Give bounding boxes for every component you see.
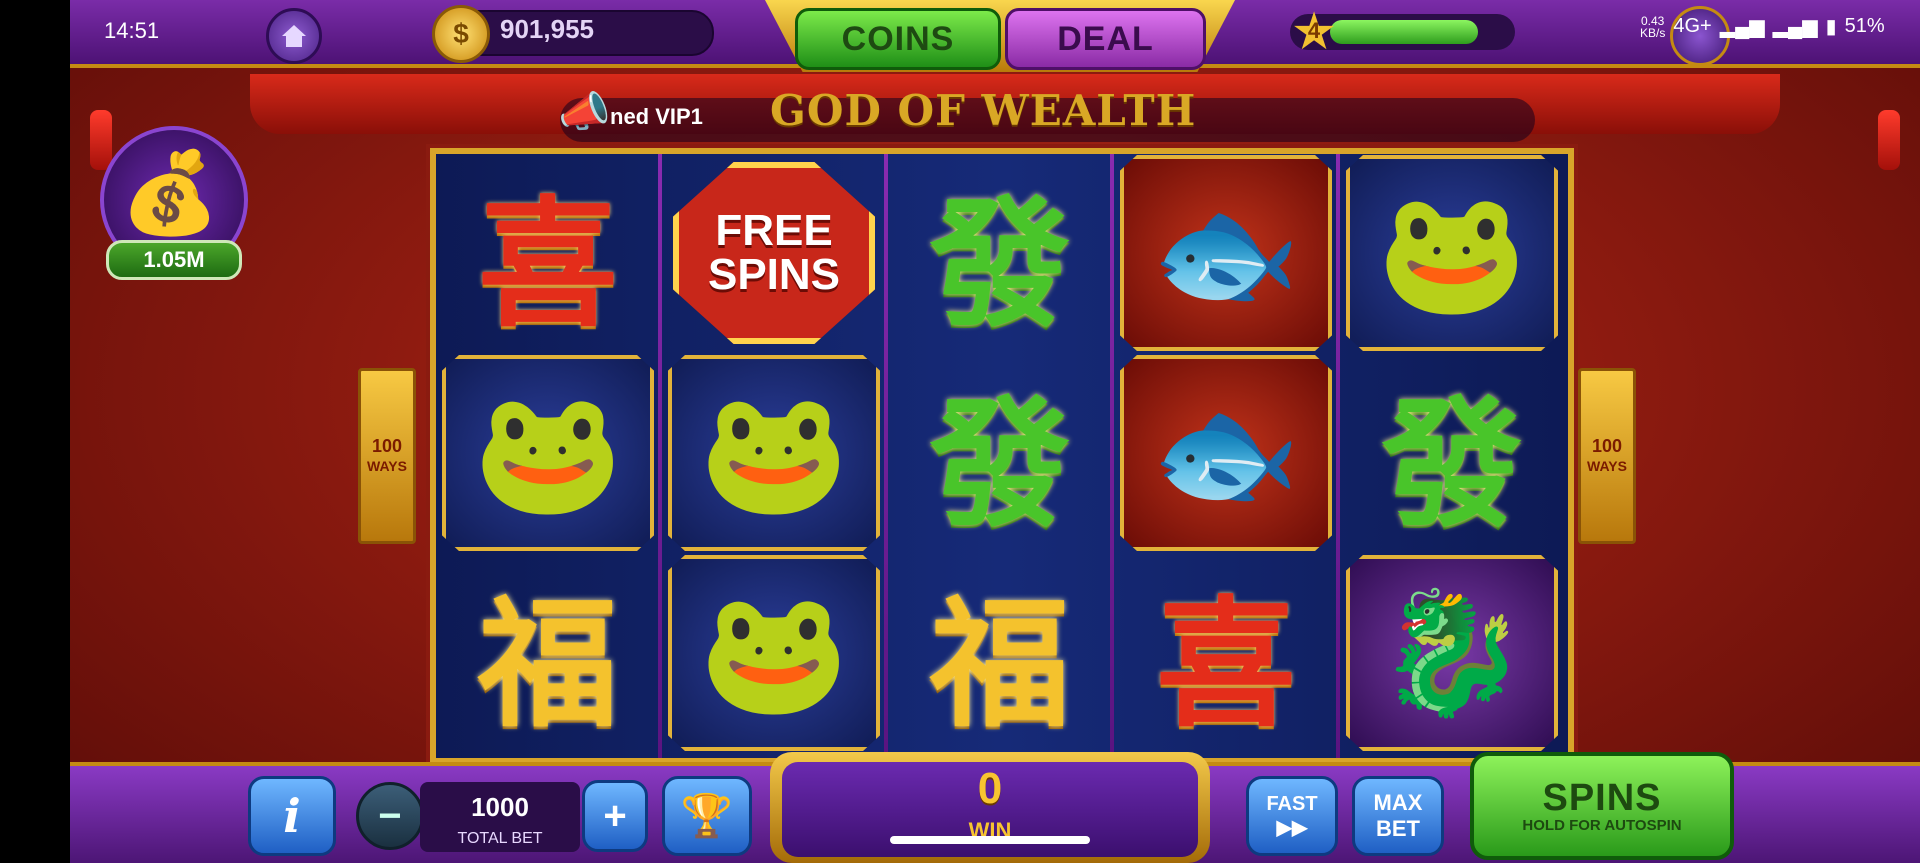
home-button[interactable] bbox=[266, 8, 322, 64]
announcement-text: ned VIP1 bbox=[610, 104, 703, 129]
signal-icon-2: ▂▄▆ bbox=[1772, 16, 1818, 38]
frog-icon: 🐸 bbox=[699, 386, 849, 520]
fish-symbol: 🐟 bbox=[1120, 355, 1332, 551]
reel-divider bbox=[1110, 154, 1114, 758]
xi-symbol: 喜 bbox=[477, 183, 618, 347]
clock: 14:51 bbox=[104, 18, 160, 43]
reel-cell: 🐸 bbox=[667, 555, 881, 751]
fast-button[interactable]: FAST ▶▶ bbox=[1246, 776, 1338, 856]
info-button[interactable]: i bbox=[248, 776, 336, 856]
fu-symbol: 福 bbox=[929, 583, 1070, 747]
deal-tab-button[interactable]: DEAL bbox=[1005, 8, 1206, 70]
signal-icon: ▂▄▆ bbox=[1719, 16, 1765, 38]
home-icon bbox=[282, 25, 306, 47]
level-progress-fill bbox=[1330, 20, 1478, 44]
game-screen: 14:51 $ 901,955 COINS DEAL ★ 4 0.43 KB/s… bbox=[70, 0, 1920, 863]
ways-sign-right: 100 WAYS bbox=[1578, 368, 1636, 544]
fa-symbol: 發 bbox=[1381, 383, 1522, 547]
status-indicators: 0.43 KB/s 4G+ ▂▄▆ ▂▄▆ ▮ 51% bbox=[1640, 14, 1885, 39]
slot-reels: 喜 🐸 福 FREE SPINS 🐸 🐸 發發福 🐟 🐟 喜 🐸 發 🐉 bbox=[430, 148, 1574, 764]
total-bet-value: 1000 bbox=[471, 792, 529, 822]
frog-symbol: 🐸 bbox=[668, 355, 880, 551]
reel-cell: 福 bbox=[441, 556, 655, 750]
spin-button[interactable]: SPINS HOLD FOR AUTOSPIN bbox=[1470, 752, 1734, 860]
reel-cell: 發 bbox=[1345, 356, 1559, 550]
reel-divider bbox=[884, 154, 888, 758]
total-bet-label: TOTAL BET bbox=[457, 830, 543, 847]
dragon-icon: 🐉 bbox=[1377, 586, 1527, 720]
trophy-button[interactable]: 🏆 bbox=[662, 776, 752, 856]
megaphone-icon: 📣 bbox=[558, 88, 611, 135]
fast-forward-icon: ▶▶ bbox=[1276, 817, 1308, 839]
coin-balance: 901,955 bbox=[500, 14, 594, 44]
fa-symbol: 發 bbox=[929, 383, 1070, 547]
frog-icon: 🐸 bbox=[1377, 186, 1527, 320]
frog-symbol: 🐸 bbox=[442, 355, 654, 551]
reel-cell: 🐸 bbox=[1345, 155, 1559, 351]
reel-cell: 🐸 bbox=[667, 355, 881, 551]
xi-symbol: 喜 bbox=[1155, 583, 1296, 747]
reel-divider bbox=[658, 154, 662, 758]
game-title: GOD OF WEALTH bbox=[770, 86, 1197, 135]
network-type: 4G+ bbox=[1673, 15, 1712, 37]
reel-cell: 發 bbox=[893, 156, 1107, 350]
frog-icon: 🐸 bbox=[473, 386, 623, 520]
fa-symbol: 發 bbox=[929, 183, 1070, 347]
frog-symbol: 🐸 bbox=[1346, 155, 1558, 351]
battery-level: 51% bbox=[1844, 15, 1885, 37]
reel-cell: 🐸 bbox=[441, 355, 655, 551]
lantern-left bbox=[90, 110, 112, 170]
increase-bet-button[interactable]: + bbox=[582, 780, 648, 852]
fish-symbol: 🐟 bbox=[1120, 155, 1332, 351]
frog-icon: 🐸 bbox=[699, 586, 849, 720]
reel-cell: FREE SPINS bbox=[667, 156, 881, 350]
reel-cell: 發 bbox=[893, 356, 1107, 550]
reel-divider bbox=[1336, 154, 1340, 758]
max-bet-button[interactable]: MAX BET bbox=[1352, 776, 1444, 856]
home-indicator[interactable] bbox=[890, 836, 1090, 844]
fu-symbol: 福 bbox=[477, 583, 618, 747]
reel-cell: 🐟 bbox=[1119, 355, 1333, 551]
fish-icon: 🐟 bbox=[1151, 186, 1301, 320]
gold-pot-icon: 💰 bbox=[120, 148, 220, 237]
reel-cell: 喜 bbox=[441, 156, 655, 350]
free-spins-symbol: FREE SPINS bbox=[673, 162, 875, 344]
coin-icon: $ bbox=[432, 5, 490, 63]
frog-symbol: 🐸 bbox=[668, 555, 880, 751]
coins-tab-button[interactable]: COINS bbox=[795, 8, 1001, 70]
jackpot-value: 1.05M bbox=[106, 240, 242, 280]
ways-sign-left: 100 WAYS bbox=[358, 368, 416, 544]
fish-icon: 🐟 bbox=[1151, 386, 1301, 520]
win-amount: 0 bbox=[977, 764, 1003, 813]
reel-cell: 福 bbox=[893, 556, 1107, 750]
reel-cell: 🐟 bbox=[1119, 155, 1333, 351]
battery-icon: ▮ bbox=[1825, 16, 1837, 38]
reel-cell: 🐉 bbox=[1345, 555, 1559, 751]
dragon-symbol: 🐉 bbox=[1346, 555, 1558, 751]
network-speed: 0.43 KB/s bbox=[1640, 13, 1666, 40]
level-number: 4 bbox=[1307, 18, 1321, 43]
reel-cell: 喜 bbox=[1119, 556, 1333, 750]
lantern-right bbox=[1878, 110, 1900, 170]
trophy-icon: 🏆 bbox=[680, 791, 734, 839]
decrease-bet-button[interactable]: − bbox=[356, 782, 424, 850]
